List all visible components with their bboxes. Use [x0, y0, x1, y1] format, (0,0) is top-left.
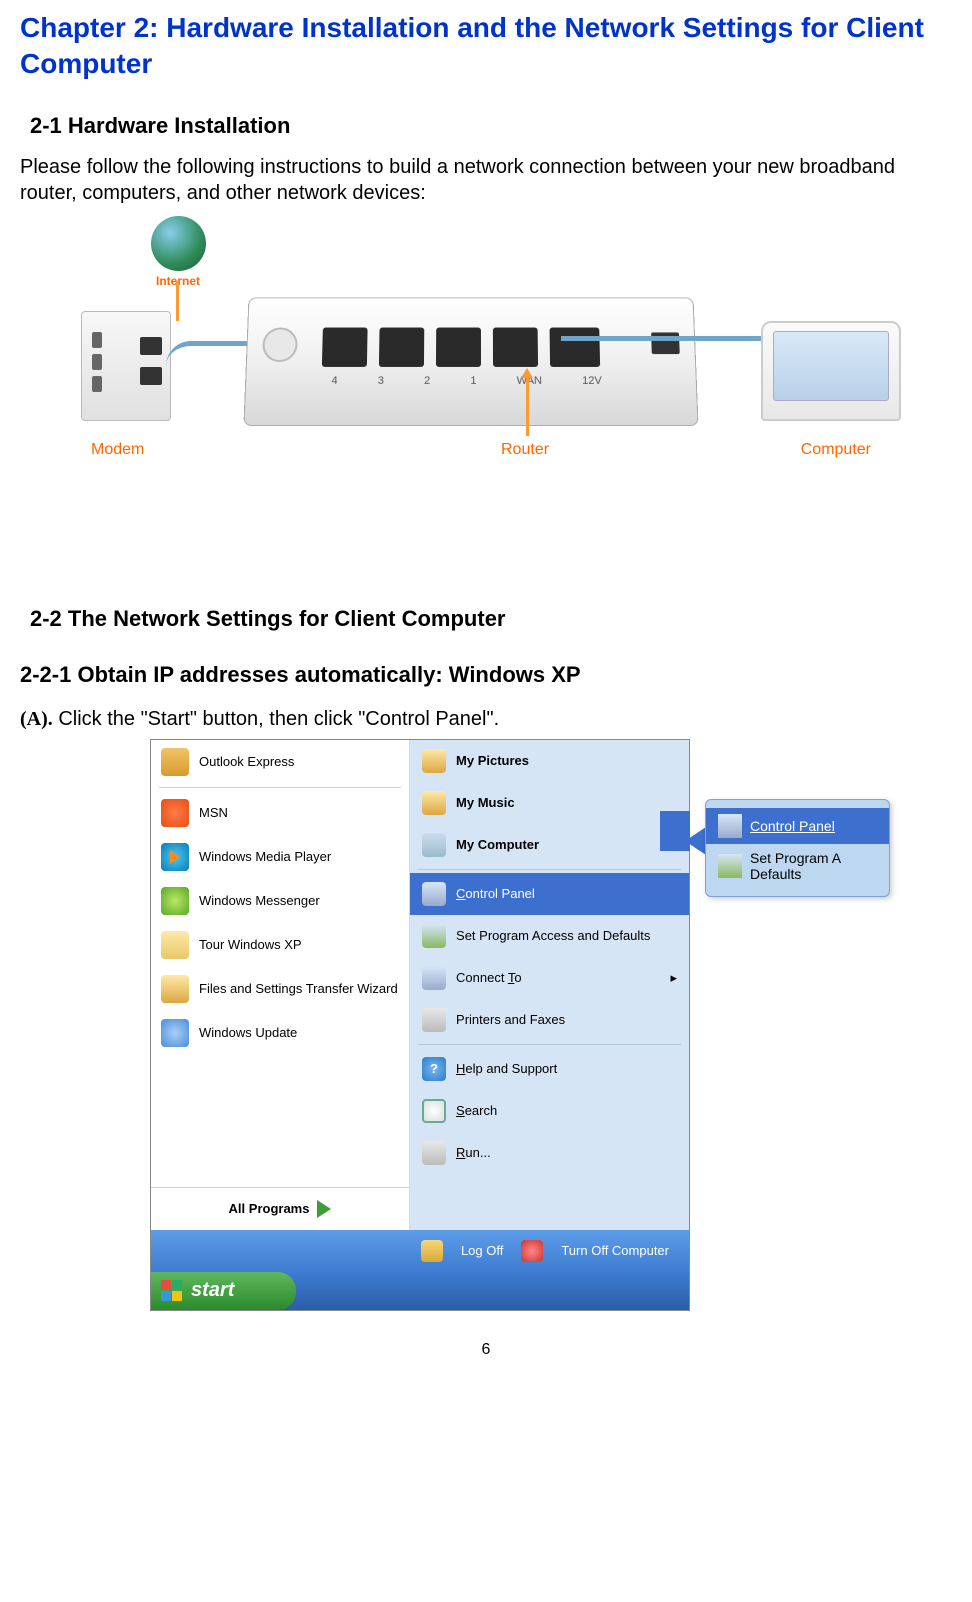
- menu-item-label: My Music: [456, 795, 515, 810]
- start-menu-footer: Log Off Turn Off Computer: [151, 1230, 689, 1272]
- menu-item-label: Printers and Faxes: [456, 1012, 565, 1027]
- port-label-1: 1: [470, 375, 476, 387]
- triangle-right-icon: [317, 1200, 331, 1218]
- start-menu-item[interactable]: Files and Settings Transfer Wizard: [151, 967, 409, 1011]
- start-menu-item[interactable]: Outlook Express: [151, 740, 409, 784]
- start-menu-right-column: My Pictures My Music My Computer Control Pa…: [410, 740, 689, 1230]
- section-2-2-title: 2-2 The Network Settings for Client Comp…: [30, 606, 952, 632]
- globe-icon: [151, 216, 206, 271]
- logoff-label[interactable]: Log Off: [461, 1243, 503, 1258]
- menu-item-label: Help and Support: [456, 1061, 557, 1076]
- start-menu-item[interactable]: Run...: [410, 1132, 689, 1174]
- menu-item-label: MSN: [199, 805, 228, 820]
- menu-item-label: Files and Settings Transfer Wizard: [199, 981, 398, 996]
- ic-cpanel-icon: [422, 882, 446, 906]
- computer-label: Computer: [801, 441, 871, 459]
- ic-wmp-icon: [161, 843, 189, 871]
- step-a-label: (A).: [20, 708, 53, 730]
- ic-tour-icon: [161, 931, 189, 959]
- step-a: (A). Click the "Start" button, then clic…: [20, 708, 952, 731]
- ic-help-icon: ?: [422, 1057, 446, 1081]
- all-programs-label: All Programs: [229, 1201, 310, 1216]
- start-menu-item[interactable]: Windows Update: [151, 1011, 409, 1055]
- ic-search-icon: [422, 1099, 446, 1123]
- ic-msn-icon: [161, 799, 189, 827]
- menu-item-label: My Computer: [456, 837, 539, 852]
- ic-conn-icon: [422, 966, 446, 990]
- start-menu-item[interactable]: My Pictures: [410, 740, 689, 782]
- menu-item-label: My Pictures: [456, 753, 529, 768]
- submenu-arrow-icon: ▸: [670, 970, 677, 986]
- start-menu-item[interactable]: Control Panel: [410, 873, 689, 915]
- step-a-text: Click the "Start" button, then click "Co…: [53, 708, 499, 730]
- start-menu-item[interactable]: Tour Windows XP: [151, 923, 409, 967]
- callout-item2-label: Set Program A Defaults: [750, 850, 841, 882]
- start-button[interactable]: start: [151, 1272, 296, 1310]
- modem-label: Modem: [91, 441, 144, 459]
- logoff-icon[interactable]: [421, 1240, 443, 1262]
- section-2-1-title: 2-1 Hardware Installation: [30, 113, 952, 139]
- start-menu-item[interactable]: Connect To ▸: [410, 957, 689, 999]
- callout-control-panel[interactable]: Control Panel: [706, 808, 889, 844]
- page-number: 6: [20, 1341, 952, 1359]
- ic-wm-icon: [161, 887, 189, 915]
- menu-item-label: Outlook Express: [199, 754, 294, 769]
- port-label-3: 3: [378, 375, 384, 387]
- callout-item1-label: Control Panel: [750, 818, 835, 834]
- section-2-2-1-title: 2-2-1 Obtain IP addresses automatically:…: [20, 662, 952, 688]
- start-menu-item[interactable]: Set Program Access and Defaults: [410, 915, 689, 957]
- port-label-2: 2: [424, 375, 430, 387]
- start-menu-item[interactable]: ? Help and Support: [410, 1048, 689, 1090]
- modem-icon: [81, 311, 171, 421]
- menu-item-label: Windows Media Player: [199, 849, 331, 864]
- taskbar: start: [151, 1272, 689, 1310]
- network-diagram: Internet Modem 4 3 2 1 WAN 12V Router Co…: [71, 226, 901, 526]
- menu-item-label: Windows Messenger: [199, 893, 320, 908]
- ic-music-icon: [422, 791, 446, 815]
- ic-spa-icon: [422, 924, 446, 948]
- menu-item-label: Control Panel: [456, 886, 535, 901]
- ic-wu-icon: [161, 1019, 189, 1047]
- ic-pics-icon: [422, 749, 446, 773]
- section-2-1-body: Please follow the following instructions…: [20, 154, 952, 206]
- start-menu-left-column: Outlook Express MSN Windows Media Player Wi…: [151, 740, 410, 1230]
- menu-item-label: Run...: [456, 1145, 491, 1160]
- router-label: Router: [501, 441, 549, 459]
- menu-item-label: Search: [456, 1103, 497, 1118]
- port-label-12v: 12V: [582, 375, 602, 387]
- start-menu-item[interactable]: My Computer: [410, 824, 689, 866]
- start-button-label: start: [191, 1279, 234, 1302]
- menu-item-label: Tour Windows XP: [199, 937, 302, 952]
- callout-set-program[interactable]: Set Program A Defaults: [706, 844, 889, 888]
- menu-item-label: Windows Update: [199, 1025, 297, 1040]
- globe-connector: [176, 281, 179, 321]
- ic-run-icon: [422, 1141, 446, 1165]
- start-menu-item[interactable]: My Music: [410, 782, 689, 824]
- start-menu-item[interactable]: Windows Media Player: [151, 835, 409, 879]
- callout-popup: Control Panel Set Program A Defaults: [705, 799, 890, 897]
- ic-pf-icon: [422, 1008, 446, 1032]
- set-program-icon: [718, 854, 742, 878]
- start-menu-item[interactable]: MSN: [151, 791, 409, 835]
- ic-fst-icon: [161, 975, 189, 1003]
- turnoff-label[interactable]: Turn Off Computer: [561, 1243, 669, 1258]
- turnoff-icon[interactable]: [521, 1240, 543, 1262]
- menu-item-label: Connect To: [456, 970, 522, 985]
- windows-flag-icon: [161, 1280, 183, 1302]
- computer-icon: [761, 321, 901, 421]
- all-programs-button[interactable]: All Programs: [151, 1187, 409, 1230]
- chapter-title: Chapter 2: Hardware Installation and the…: [20, 10, 952, 83]
- start-menu-item[interactable]: Search: [410, 1090, 689, 1132]
- router-arrow: [526, 376, 529, 436]
- start-menu-screenshot: Outlook Express MSN Windows Media Player Wi…: [150, 739, 690, 1311]
- control-panel-icon: [718, 814, 742, 838]
- ic-comp-icon: [422, 833, 446, 857]
- port-label-4: 4: [331, 375, 337, 387]
- ic-outlook-icon: [161, 748, 189, 776]
- start-menu-item[interactable]: Printers and Faxes: [410, 999, 689, 1041]
- start-menu-item[interactable]: Windows Messenger: [151, 879, 409, 923]
- menu-item-label: Set Program Access and Defaults: [456, 928, 650, 943]
